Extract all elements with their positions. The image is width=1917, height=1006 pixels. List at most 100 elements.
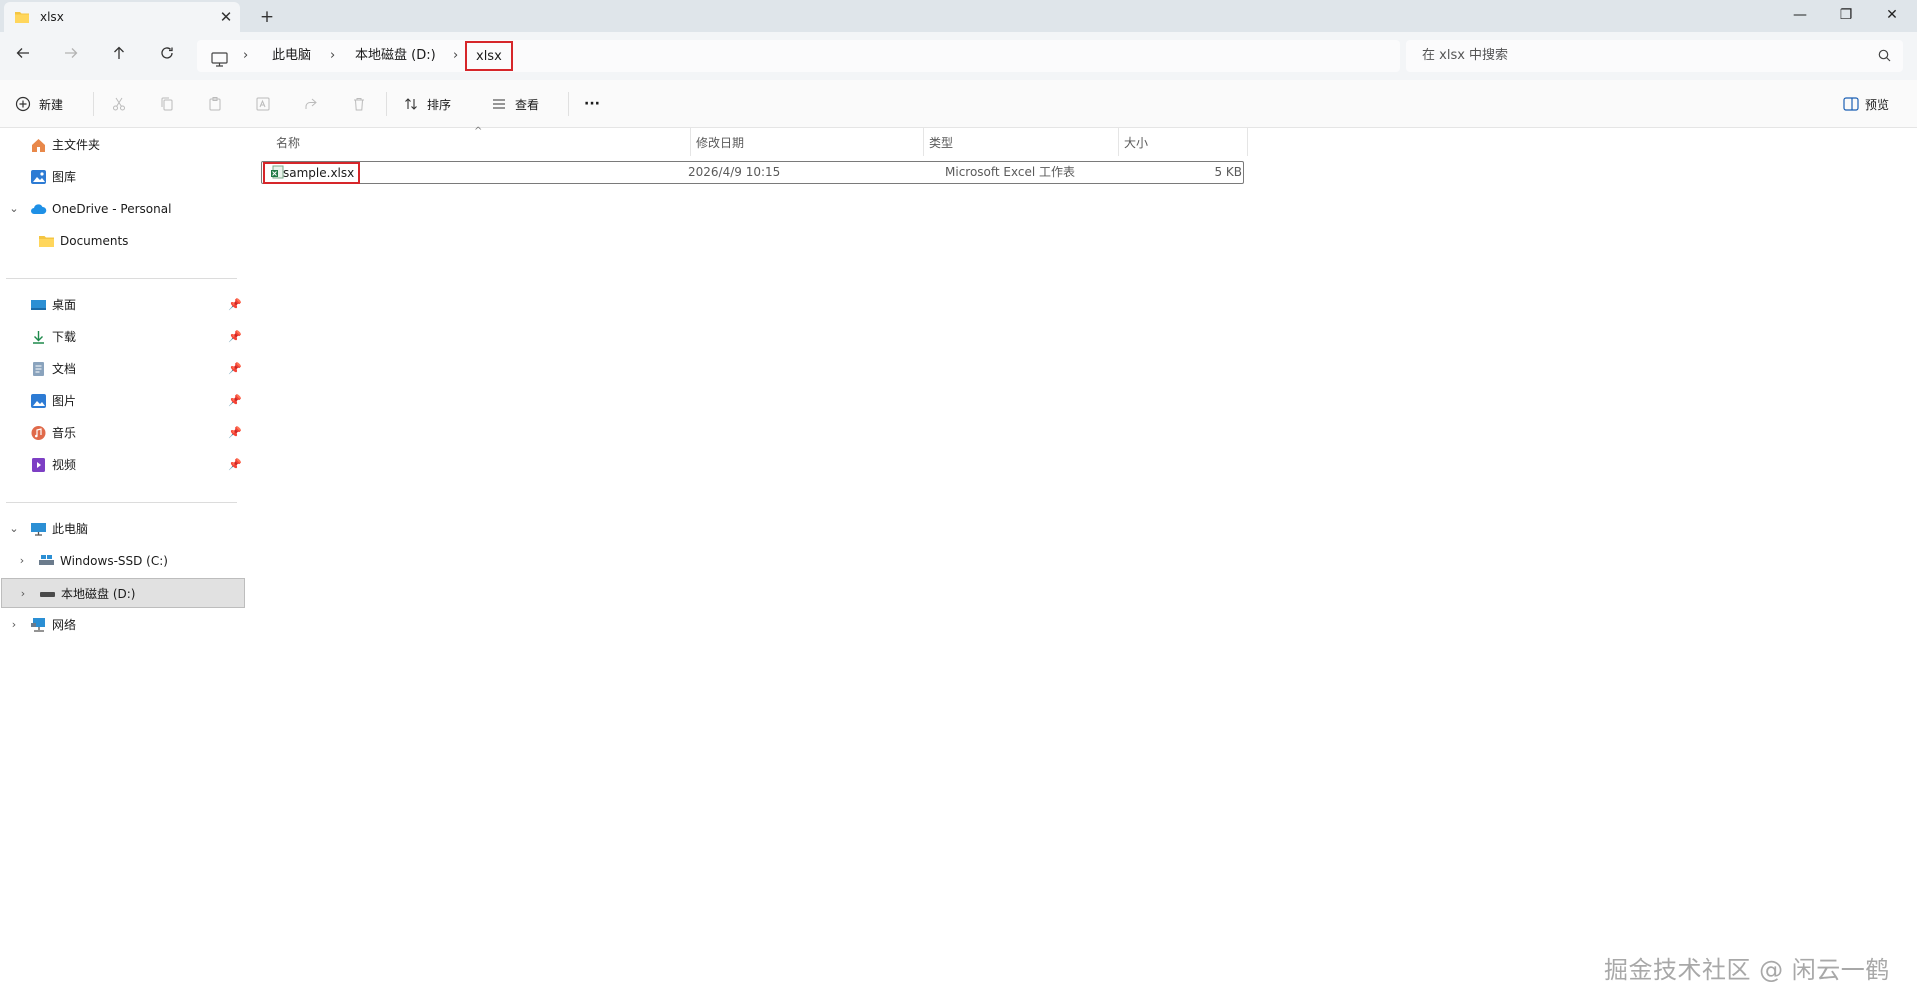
pin-icon[interactable]: 📌 xyxy=(228,426,242,439)
computer-icon[interactable] xyxy=(211,48,228,67)
file-type: Microsoft Excel 工作表 xyxy=(945,165,1076,179)
sidebar-item-label: 桌面 xyxy=(52,298,77,312)
sort-label: 排序 xyxy=(427,97,452,112)
column-header-size[interactable]: 大小 xyxy=(1118,128,1242,158)
column-divider[interactable] xyxy=(1247,128,1248,156)
navigation-pane: 主文件夹 图库 ⌄ OneDrive - Personal Documents … xyxy=(0,128,246,1006)
sidebar-item-drive-d[interactable]: › 本地磁盘 (D:) xyxy=(1,578,245,608)
drive-c-icon xyxy=(38,553,55,569)
home-icon xyxy=(30,137,47,153)
sidebar-item-drive-c[interactable]: › Windows-SSD (C:) xyxy=(0,546,244,576)
sidebar-item-label: Windows-SSD (C:) xyxy=(60,554,168,568)
sidebar-item-downloads[interactable]: 下载 📌 xyxy=(0,322,244,352)
search-icon[interactable] xyxy=(1878,49,1891,65)
copy-button[interactable] xyxy=(158,92,183,116)
sidebar-item-this-pc[interactable]: ⌄ 此电脑 xyxy=(0,514,244,544)
music-icon xyxy=(30,425,47,441)
forward-arrow-icon[interactable] xyxy=(59,44,83,68)
sidebar-item-label: 音乐 xyxy=(52,426,77,440)
breadcrumb-drive-d[interactable]: 本地磁盘 (D:) xyxy=(355,40,436,72)
sidebar-item-label: Documents xyxy=(60,234,129,248)
address-bar[interactable]: › 此电脑 › 本地磁盘 (D:) › xlsx xyxy=(197,40,1400,72)
delete-button[interactable] xyxy=(350,92,375,116)
sidebar-item-documents[interactable]: 文档 📌 xyxy=(0,354,244,384)
search-box[interactable]: 在 xlsx 中搜索 xyxy=(1406,40,1903,72)
sort-icon xyxy=(402,95,420,113)
sidebar-item-network[interactable]: › 网络 xyxy=(0,610,244,640)
breadcrumb-separator[interactable]: › xyxy=(453,40,458,72)
more-options-button[interactable]: ··· xyxy=(584,92,600,116)
sidebar-item-label: OneDrive - Personal xyxy=(52,202,172,216)
preview-label: 预览 xyxy=(1865,97,1890,112)
chevron-down-icon[interactable]: ⌄ xyxy=(8,202,20,215)
up-arrow-icon[interactable] xyxy=(107,44,131,68)
breadcrumb-separator[interactable]: › xyxy=(243,40,248,72)
divider xyxy=(568,92,569,116)
column-header-name[interactable]: 名称 xyxy=(270,128,680,158)
preview-button[interactable]: 预览 xyxy=(1843,92,1889,116)
sidebar-item-gallery[interactable]: 图库 xyxy=(0,162,244,192)
table-row[interactable]: 2026/4/9 10:15 Microsoft Excel 工作表 5 KB xyxy=(261,161,1244,184)
sidebar-item-videos[interactable]: 视频 📌 xyxy=(0,450,244,480)
drive-d-icon xyxy=(39,586,56,602)
sort-button[interactable]: 排序 xyxy=(402,92,451,116)
pin-icon[interactable]: 📌 xyxy=(228,362,242,375)
sidebar-divider xyxy=(6,278,237,279)
sidebar-item-home[interactable]: 主文件夹 xyxy=(0,130,244,160)
minimize-button[interactable]: — xyxy=(1777,0,1823,32)
divider xyxy=(386,92,387,116)
close-window-button[interactable]: ✕ xyxy=(1869,0,1915,32)
divider xyxy=(93,92,94,116)
maximize-button[interactable]: ❐ xyxy=(1823,0,1869,32)
new-tab-button[interactable]: + xyxy=(256,6,278,28)
breadcrumb-separator[interactable]: › xyxy=(330,40,335,72)
pin-icon[interactable]: 📌 xyxy=(228,458,242,471)
file-name[interactable]: sample.xlsx xyxy=(283,163,354,184)
command-bar: 新建 排序 查看 ··· 预览 xyxy=(0,80,1917,128)
gallery-icon xyxy=(30,169,47,185)
pin-icon[interactable]: 📌 xyxy=(228,298,242,311)
watermark: 掘金技术社区 @ 闲云一鹤 xyxy=(1604,956,1890,984)
view-button[interactable]: 查看 xyxy=(490,92,539,116)
sidebar-item-desktop[interactable]: 桌面 📌 xyxy=(0,290,244,320)
search-placeholder: 在 xlsx 中搜索 xyxy=(1422,48,1509,63)
pin-icon[interactable]: 📌 xyxy=(228,394,242,407)
chevron-down-icon[interactable]: ⌄ xyxy=(8,522,20,535)
chevron-right-icon[interactable]: › xyxy=(16,554,28,567)
sidebar-item-documents-folder[interactable]: Documents xyxy=(0,226,244,256)
file-name-highlight[interactable]: sample.xlsx xyxy=(263,162,360,184)
column-header-type[interactable]: 类型 xyxy=(923,128,1118,158)
paste-button[interactable] xyxy=(206,92,231,116)
cut-button[interactable] xyxy=(110,92,135,116)
sidebar-item-label: 本地磁盘 (D:) xyxy=(61,587,136,601)
chevron-right-icon[interactable]: › xyxy=(8,618,20,631)
sidebar-item-music[interactable]: 音乐 📌 xyxy=(0,418,244,448)
column-header-modified[interactable]: 修改日期 xyxy=(690,128,923,158)
file-list: ^ 名称 修改日期 类型 大小 2026/4/9 10:15 Microsoft… xyxy=(246,126,1917,1006)
sidebar-item-label: 视频 xyxy=(52,458,77,472)
navigation-row: › 此电脑 › 本地磁盘 (D:) › xlsx 在 xlsx 中搜索 xyxy=(0,32,1917,80)
delete-icon xyxy=(350,95,368,113)
network-icon xyxy=(30,617,47,633)
file-size: 5 KB xyxy=(1214,165,1242,179)
back-arrow-icon[interactable] xyxy=(11,44,35,68)
tab-xlsx[interactable]: xlsx ✕ xyxy=(4,2,240,32)
new-label: 新建 xyxy=(39,97,64,112)
pictures-icon xyxy=(30,393,47,409)
tab-title: xlsx xyxy=(40,10,64,24)
new-button[interactable]: 新建 xyxy=(14,92,63,116)
chevron-right-icon[interactable]: › xyxy=(17,587,29,600)
share-button[interactable] xyxy=(302,92,327,116)
download-icon xyxy=(30,329,47,345)
sidebar-item-onedrive[interactable]: ⌄ OneDrive - Personal xyxy=(0,194,244,224)
breadcrumb-current-folder[interactable]: xlsx xyxy=(465,41,513,71)
sidebar-item-pictures[interactable]: 图片 📌 xyxy=(0,386,244,416)
share-icon xyxy=(302,95,320,113)
pin-icon[interactable]: 📌 xyxy=(228,330,242,343)
close-tab-icon[interactable]: ✕ xyxy=(216,7,236,27)
sidebar-item-label: 此电脑 xyxy=(52,522,89,536)
rename-button[interactable] xyxy=(254,92,279,116)
preview-pane-icon xyxy=(1843,97,1859,111)
refresh-icon[interactable] xyxy=(155,44,179,68)
breadcrumb-this-pc[interactable]: 此电脑 xyxy=(272,40,311,72)
